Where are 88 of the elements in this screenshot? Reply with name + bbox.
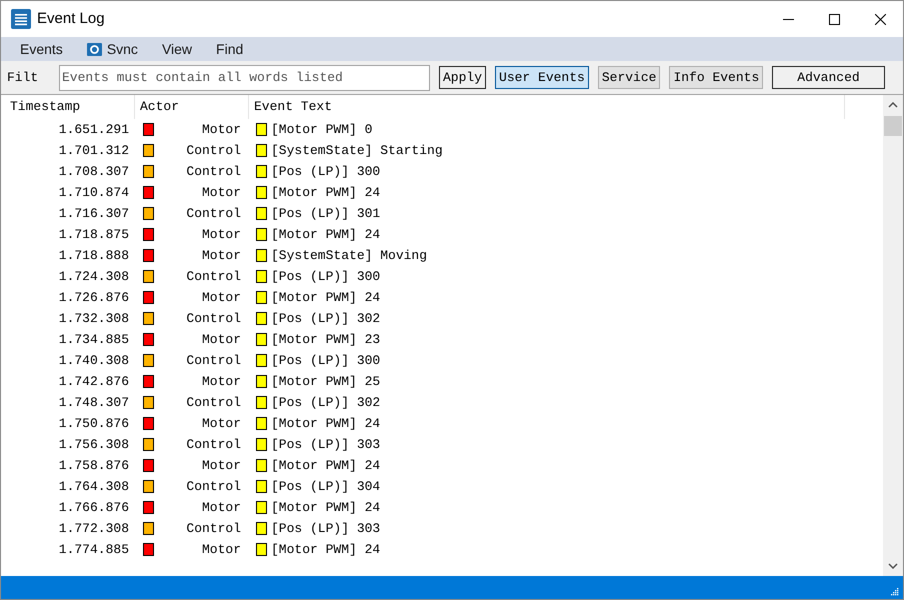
- list-icon: [11, 9, 31, 29]
- actor-cell-text: Motor: [200, 372, 241, 391]
- event-text-cell-text: [Motor PWM] 24: [271, 456, 380, 475]
- column-header[interactable]: Timestamp: [1, 95, 135, 119]
- actor-cell-text: Control: [185, 162, 241, 181]
- filter-button[interactable]: Advanced: [772, 66, 885, 89]
- event-text-cell-text: [Pos (LP)] 302: [271, 394, 380, 412]
- maximize-icon: [828, 14, 840, 24]
- timestamp-cell-text: 1.724.308: [58, 268, 129, 286]
- column-header[interactable]: Event Text: [249, 95, 845, 119]
- event-text-cell-text: [SystemState] Moving: [271, 246, 428, 265]
- event-text-cell-text: [Motor PWM] 24: [271, 414, 380, 433]
- timestamp-cell-text: 1.758.876: [58, 456, 129, 475]
- scroll-up-icon[interactable]: [888, 102, 898, 108]
- menu-item[interactable]: View: [160, 38, 194, 60]
- actor-cell-text: Control: [185, 394, 241, 412]
- scrollbar-thumb[interactable]: [884, 116, 902, 136]
- actor-cell-text: Motor: [200, 184, 241, 202]
- event-text-cell-text: [Pos (LP)] 303: [271, 520, 380, 538]
- timestamp-cell-text: 1.742.876: [58, 372, 129, 391]
- timestamp-cell-text: 1.708.307: [58, 162, 129, 181]
- timestamp-cell-text: 1.716.307: [58, 204, 129, 223]
- timestamp-cell-text: 1.718.875: [58, 226, 129, 244]
- actor-cell-text: Motor: [200, 246, 241, 265]
- timestamp-cell-text: 1.766.876: [58, 498, 129, 517]
- event-text-cell-text: [Motor PWM] 24: [271, 184, 380, 202]
- event-text-cell-text: [Motor PWM] 0: [271, 120, 372, 139]
- event-text-cell-text: [Pos (LP)] 300: [271, 268, 380, 286]
- actor-cell-text: Motor: [200, 226, 241, 244]
- menu-item[interactable]: Events: [18, 38, 65, 60]
- actor-cell-text: Motor: [200, 120, 241, 139]
- filter-button[interactable]: Service: [598, 66, 660, 89]
- scroll-down-icon[interactable]: [888, 563, 898, 569]
- timestamp-cell-text: 1.726.876: [58, 288, 129, 307]
- event-text-cell-text: [Pos (LP)] 301: [271, 204, 380, 223]
- event-text-cell-text: [Pos (LP)] 302: [271, 310, 380, 328]
- column-header[interactable]: Actor: [135, 95, 249, 119]
- actor-cell-text: Motor: [200, 330, 241, 349]
- filter-field[interactable]: Events must contain all words listed: [59, 64, 430, 90]
- actor-cell-text: Control: [185, 436, 241, 454]
- menu-item[interactable]: Svnc: [84, 38, 140, 60]
- actor-cell-text: Motor: [200, 456, 241, 475]
- event-text-cell-text: [Motor PWM] 24: [271, 226, 380, 244]
- filter-button[interactable]: Apply: [439, 66, 486, 89]
- actor-cell-text: Control: [185, 520, 241, 538]
- event-text-cell-text: [Pos (LP)] 304: [271, 478, 380, 496]
- event-text-cell-text: [Pos (LP)] 300: [271, 162, 380, 181]
- timestamp-cell-text: 1.756.308: [58, 436, 129, 454]
- filter-button[interactable]: Info Events: [669, 66, 764, 89]
- event-text-cell-text: [Pos (LP)] 300: [271, 352, 380, 370]
- event-text-cell-text: [SystemState] Starting: [271, 142, 443, 160]
- timestamp-cell-text: 1.774.885: [58, 540, 129, 559]
- timestamp-cell-text: 1.748.307: [58, 394, 129, 412]
- actor-cell-text: Control: [185, 142, 241, 160]
- close-icon: [874, 14, 886, 24]
- timestamp-cell-text: 1.772.308: [58, 520, 129, 538]
- window-title: Event Log: [37, 8, 105, 29]
- timestamp-cell-text: 1.710.874: [58, 184, 129, 202]
- sync-icon: [86, 42, 102, 56]
- event-text-cell-text: [Motor PWM] 24: [271, 540, 380, 559]
- event-text-cell-text: [Motor PWM] 25: [271, 372, 380, 391]
- timestamp-cell-text: 1.750.876: [58, 414, 129, 433]
- timestamp-cell-text: 1.651.291: [58, 120, 129, 139]
- menu-item[interactable]: Find: [214, 38, 246, 60]
- actor-cell-text: Control: [185, 478, 241, 496]
- scrollbar[interactable]: [883, 95, 903, 576]
- timestamp-cell-text: 1.701.312: [58, 142, 129, 160]
- timestamp-cell-text: 1.718.888: [58, 246, 129, 265]
- actor-cell-text: Control: [185, 352, 241, 370]
- filter-button[interactable]: User Events: [495, 66, 589, 89]
- actor-cell-text: Motor: [200, 288, 241, 307]
- actor-cell-text: Motor: [200, 540, 241, 559]
- event-text-cell-text: [Motor PWM] 23: [271, 330, 380, 349]
- event-text-cell-text: [Pos (LP)] 303: [271, 436, 380, 454]
- resize-grip-icon[interactable]: [890, 587, 899, 596]
- timestamp-cell-text: 1.764.308: [58, 478, 129, 496]
- timestamp-cell-text: 1.734.885: [58, 330, 129, 349]
- actor-cell-text: Motor: [200, 498, 241, 517]
- minimize-icon: [782, 18, 794, 20]
- event-text-cell-text: [Motor PWM] 24: [271, 498, 380, 517]
- actor-cell-text: Control: [185, 268, 241, 286]
- event-text-cell-text: [Motor PWM] 24: [271, 288, 380, 307]
- timestamp-cell-text: 1.740.308: [58, 352, 129, 370]
- actor-cell-text: Control: [185, 204, 241, 223]
- actor-cell-text: Motor: [200, 414, 241, 433]
- actor-cell-text: Control: [185, 310, 241, 328]
- filter-label: Filt: [7, 68, 40, 87]
- timestamp-cell-text: 1.732.308: [58, 310, 129, 328]
